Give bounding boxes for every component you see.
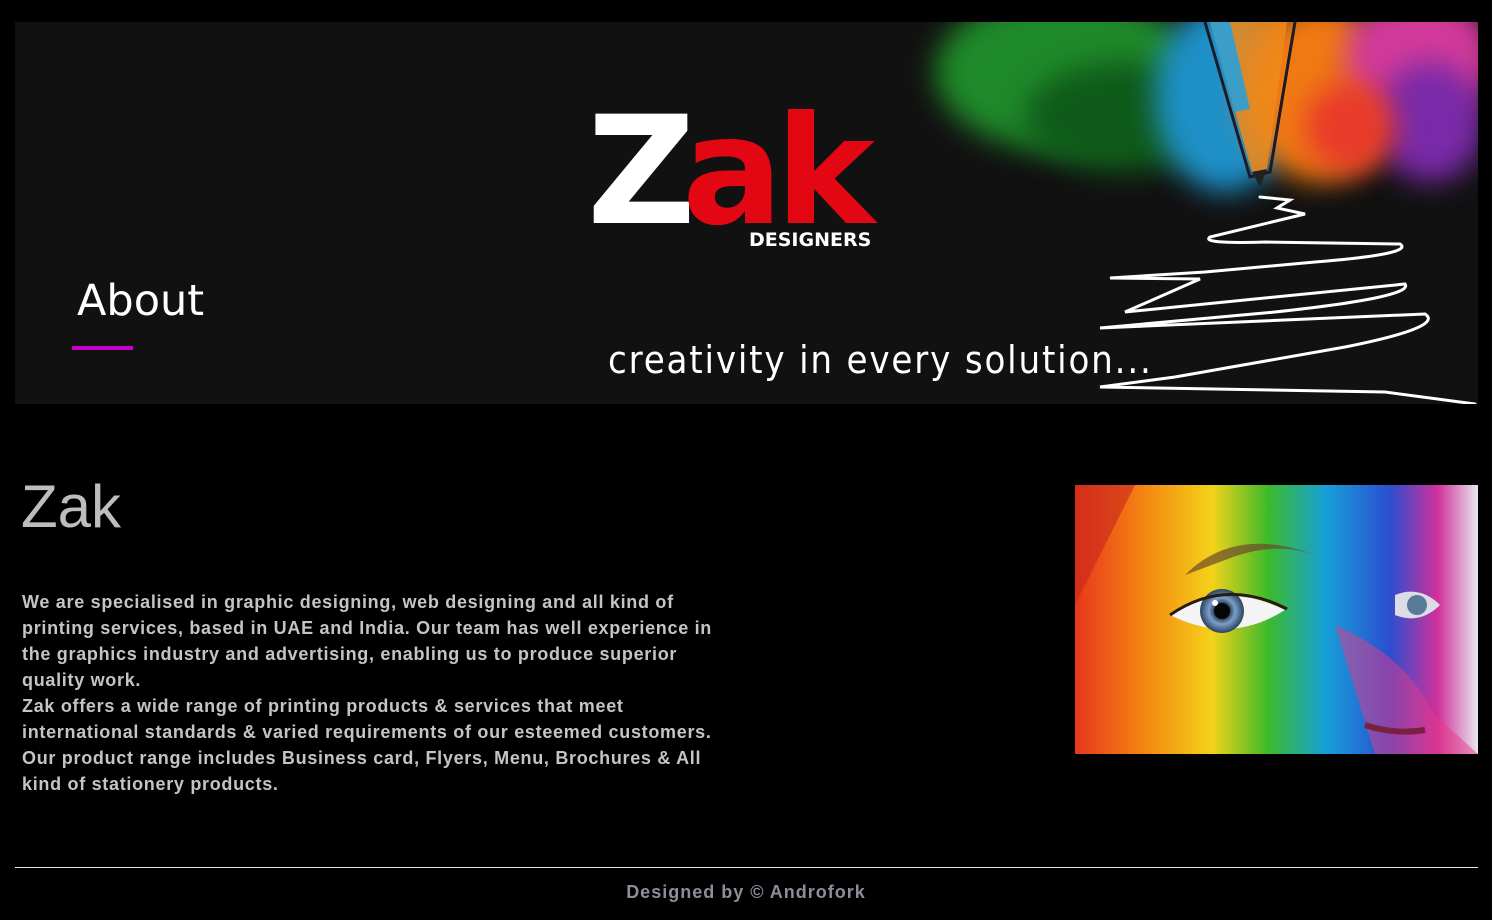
section-heading: Zak <box>21 473 122 540</box>
title-underline <box>72 346 133 350</box>
painted-face-illustration <box>1075 485 1478 754</box>
logo-z: Z <box>587 85 696 259</box>
logo-subtitle: DESIGNERS <box>749 229 872 251</box>
description-paragraph: Zak offers a wide range of printing prod… <box>22 696 712 794</box>
painted-face-image <box>1075 485 1478 754</box>
page-title: About <box>77 276 205 326</box>
tagline: creativity in every solution... <box>608 338 1153 382</box>
header-banner: Z ak DESIGNERS About creativity in every… <box>15 22 1478 404</box>
footer-credit: Designed by © Androfork <box>626 882 866 902</box>
zak-designers-logo[interactable]: Z ak DESIGNERS <box>587 97 875 257</box>
logo-ak: ak <box>682 85 875 259</box>
description-paragraph: We are specialised in graphic designing,… <box>22 592 712 690</box>
about-description: We are specialised in graphic designing,… <box>22 589 742 797</box>
footer-divider <box>15 867 1478 868</box>
